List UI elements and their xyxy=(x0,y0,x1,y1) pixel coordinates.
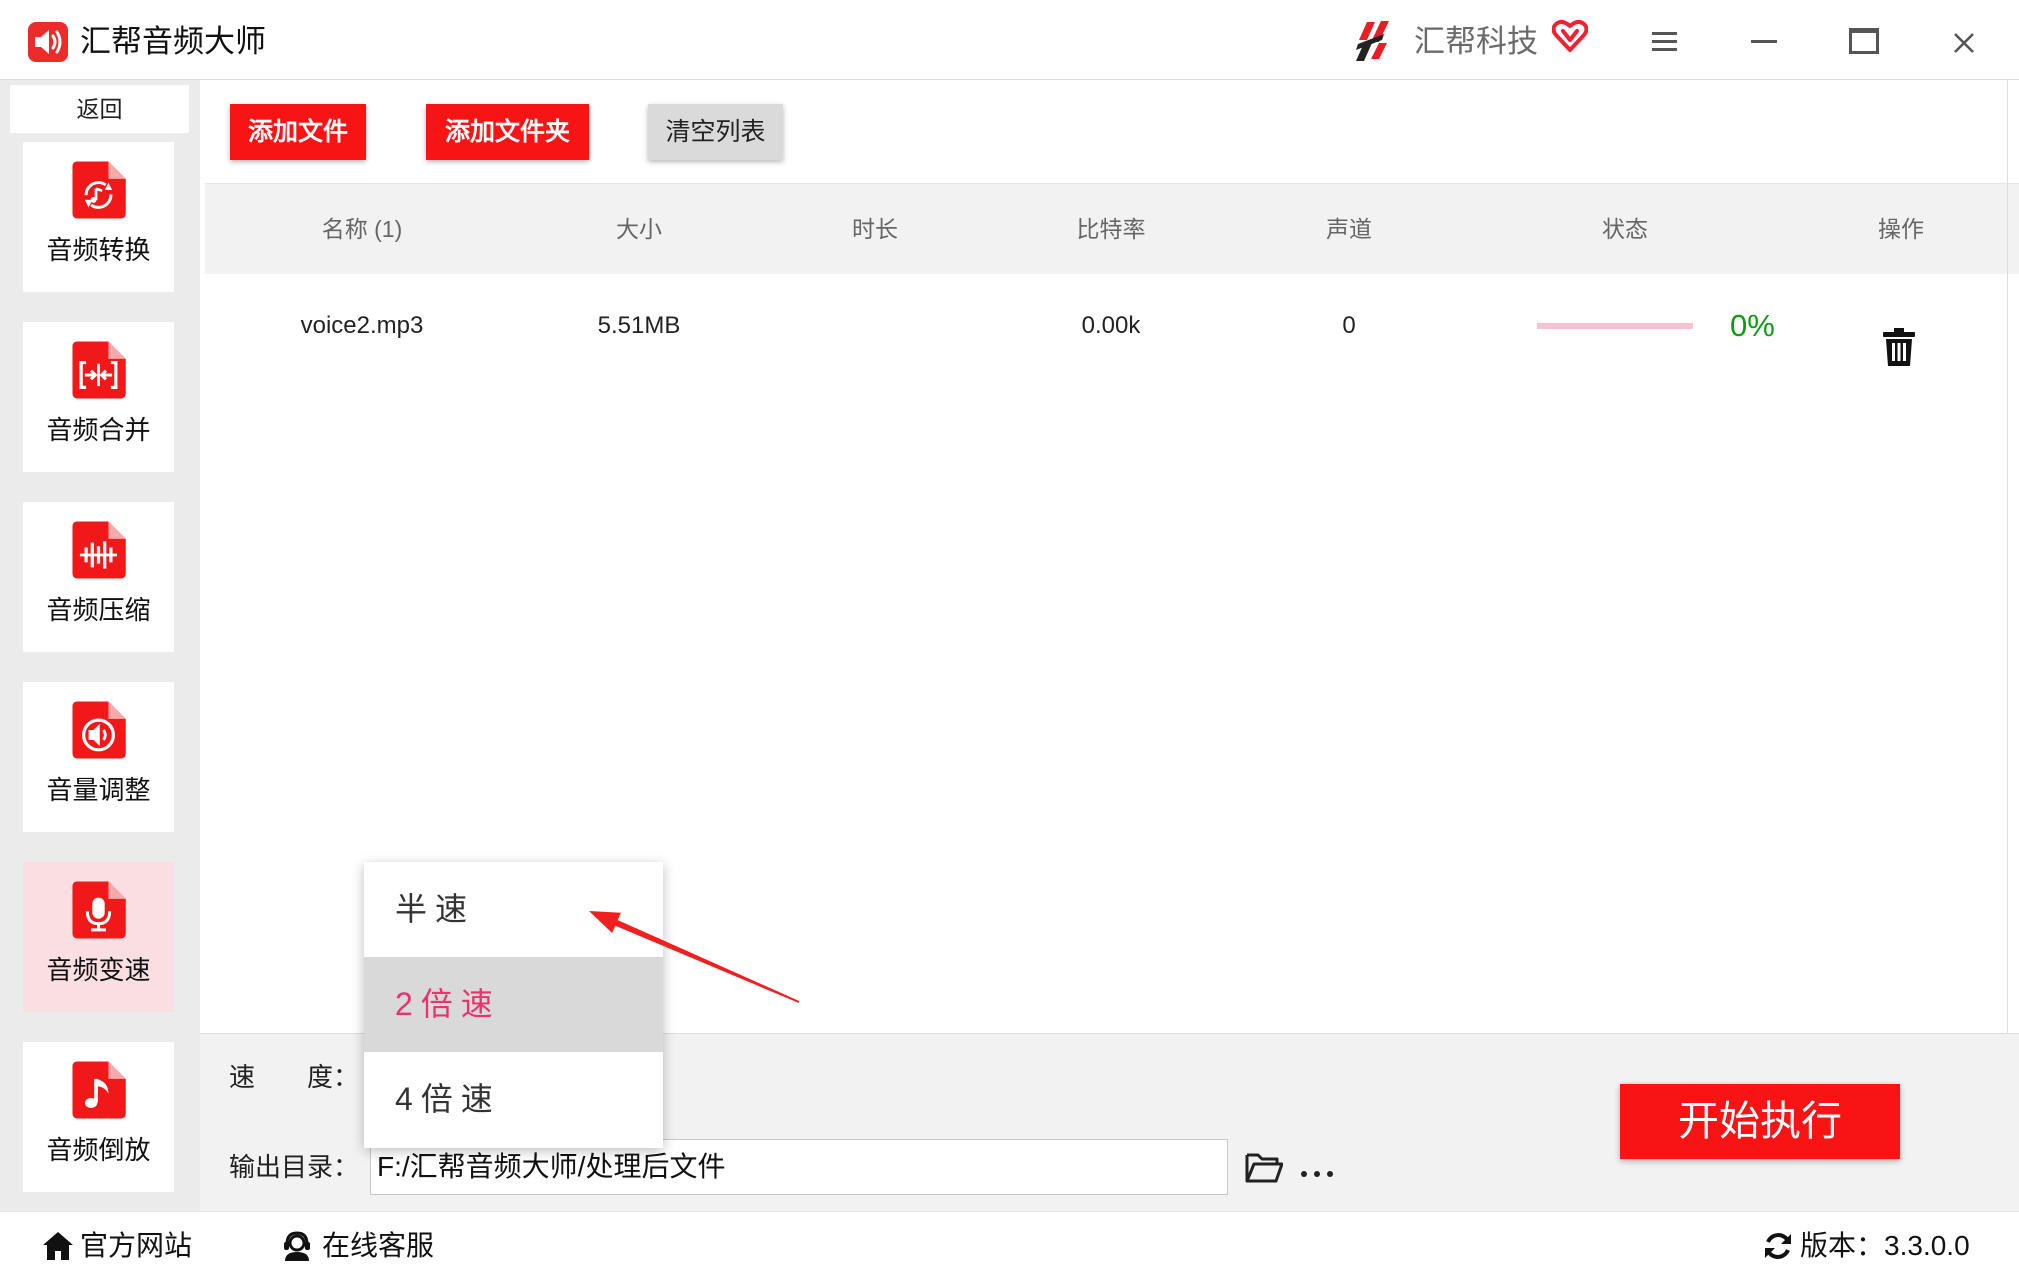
audio-convert-icon xyxy=(70,160,127,220)
speed-dropdown-menu: 半速 2倍速 4倍速 xyxy=(364,862,663,1148)
brand-logo-icon xyxy=(1352,19,1394,63)
back-button[interactable]: 返回 xyxy=(10,85,189,133)
version-info: 版本：3.3.0.0 xyxy=(1800,1228,1970,1264)
channels-cell: 0 xyxy=(1342,312,1356,339)
speed-option-half[interactable]: 半速 xyxy=(364,862,663,957)
sidebar-item-audio-speed[interactable]: 音频变速 xyxy=(23,862,174,1012)
sidebar-item-label: 音频变速 xyxy=(46,955,151,985)
customer-service-icon[interactable] xyxy=(281,1230,315,1262)
action-cell xyxy=(1783,274,2019,378)
menu-icon-bar xyxy=(1652,48,1677,51)
volume-adjust-icon xyxy=(70,700,127,760)
audio-merge-icon xyxy=(70,340,127,400)
speed-option-2x[interactable]: 2倍速 xyxy=(364,957,663,1052)
table-row[interactable]: voice2.mp3 5.51MB 0.00k 0 0% xyxy=(205,274,2019,378)
maximize-icon[interactable] xyxy=(1849,28,1879,54)
output-dir-label: 输出目录： xyxy=(229,1152,360,1182)
official-website-link[interactable]: 官方网站 xyxy=(80,1228,192,1264)
sidebar-item-label: 音量调整 xyxy=(46,775,151,805)
more-options-icon[interactable] xyxy=(1301,1164,1333,1177)
sidebar-item-label: 音频合并 xyxy=(46,415,151,445)
column-header-action: 操作 xyxy=(1878,216,1924,242)
start-button[interactable]: 开始执行 xyxy=(1620,1084,1900,1159)
column-header-status[interactable]: 状态 xyxy=(1467,184,1783,275)
vip-heart-icon[interactable] xyxy=(1551,19,1589,53)
sidebar: 返回 音频转换 音频合并 音频压缩 音量调整 音频变速 音频倒放 xyxy=(0,80,200,1211)
status-cell: 0% xyxy=(1467,274,1783,378)
column-header-size[interactable]: 大小 xyxy=(519,184,759,275)
column-header-duration[interactable]: 时长 xyxy=(759,184,991,275)
folder-open-icon[interactable] xyxy=(1245,1151,1284,1183)
sidebar-item-audio-reverse[interactable]: 音频倒放 xyxy=(23,1042,174,1192)
home-icon[interactable] xyxy=(41,1230,75,1262)
minimize-icon[interactable] xyxy=(1751,40,1777,43)
title-bar: 汇帮音频大师 汇帮科技 xyxy=(0,0,2019,80)
version-label: 版本： xyxy=(1800,1230,1885,1261)
menu-icon-bar xyxy=(1652,32,1677,35)
add-folder-button[interactable]: 添加文件夹 xyxy=(426,104,589,160)
progress-bar xyxy=(1537,323,1693,329)
progress-percent: 0% xyxy=(1730,308,1775,343)
sidebar-item-volume-adjust[interactable]: 音量调整 xyxy=(23,682,174,832)
brand-name: 汇帮科技 xyxy=(1414,24,1538,59)
duration-cell xyxy=(759,274,991,378)
app-title: 汇帮音频大师 xyxy=(80,24,266,59)
audio-compress-icon xyxy=(70,520,127,580)
column-header-name[interactable]: 名称 (1) xyxy=(205,184,519,275)
refresh-icon[interactable] xyxy=(1762,1230,1796,1262)
online-support-link[interactable]: 在线客服 xyxy=(322,1228,434,1264)
close-icon[interactable] xyxy=(1953,32,1975,54)
bitrate-cell: 0.00k xyxy=(1081,312,1141,339)
sidebar-item-label: 音频转换 xyxy=(46,235,151,265)
clear-list-button[interactable]: 清空列表 xyxy=(648,104,783,160)
sidebar-item-audio-compress[interactable]: 音频压缩 xyxy=(23,502,174,652)
sidebar-item-label: 音频倒放 xyxy=(46,1135,151,1165)
trash-icon[interactable] xyxy=(1883,307,1915,366)
footer: 官方网站 在线客服 版本：3.3.0.0 xyxy=(0,1211,2019,1279)
column-header-bitrate[interactable]: 比特率 xyxy=(991,184,1231,275)
menu-icon-bar xyxy=(1652,40,1677,43)
sidebar-item-audio-convert[interactable]: 音频转换 xyxy=(23,142,174,292)
microphone-icon xyxy=(70,880,127,940)
version-number: 3.3.0.0 xyxy=(1884,1230,1970,1261)
file-size-cell: 5.51MB xyxy=(597,312,681,339)
speed-label: 速 度： xyxy=(229,1062,360,1092)
sidebar-item-label: 音频压缩 xyxy=(46,595,151,625)
file-table-header: 名称 (1) 大小 时长 比特率 声道 状态 操作 xyxy=(205,183,2019,274)
column-header-channels[interactable]: 声道 xyxy=(1231,184,1467,275)
music-note-icon xyxy=(70,1060,127,1120)
app-logo-icon xyxy=(28,22,68,62)
file-name-cell: voice2.mp3 xyxy=(300,312,424,339)
add-file-button[interactable]: 添加文件 xyxy=(230,104,366,160)
sidebar-item-audio-merge[interactable]: 音频合并 xyxy=(23,322,174,472)
speed-option-4x[interactable]: 4倍速 xyxy=(364,1052,663,1148)
menu-icon[interactable] xyxy=(1652,32,1677,52)
